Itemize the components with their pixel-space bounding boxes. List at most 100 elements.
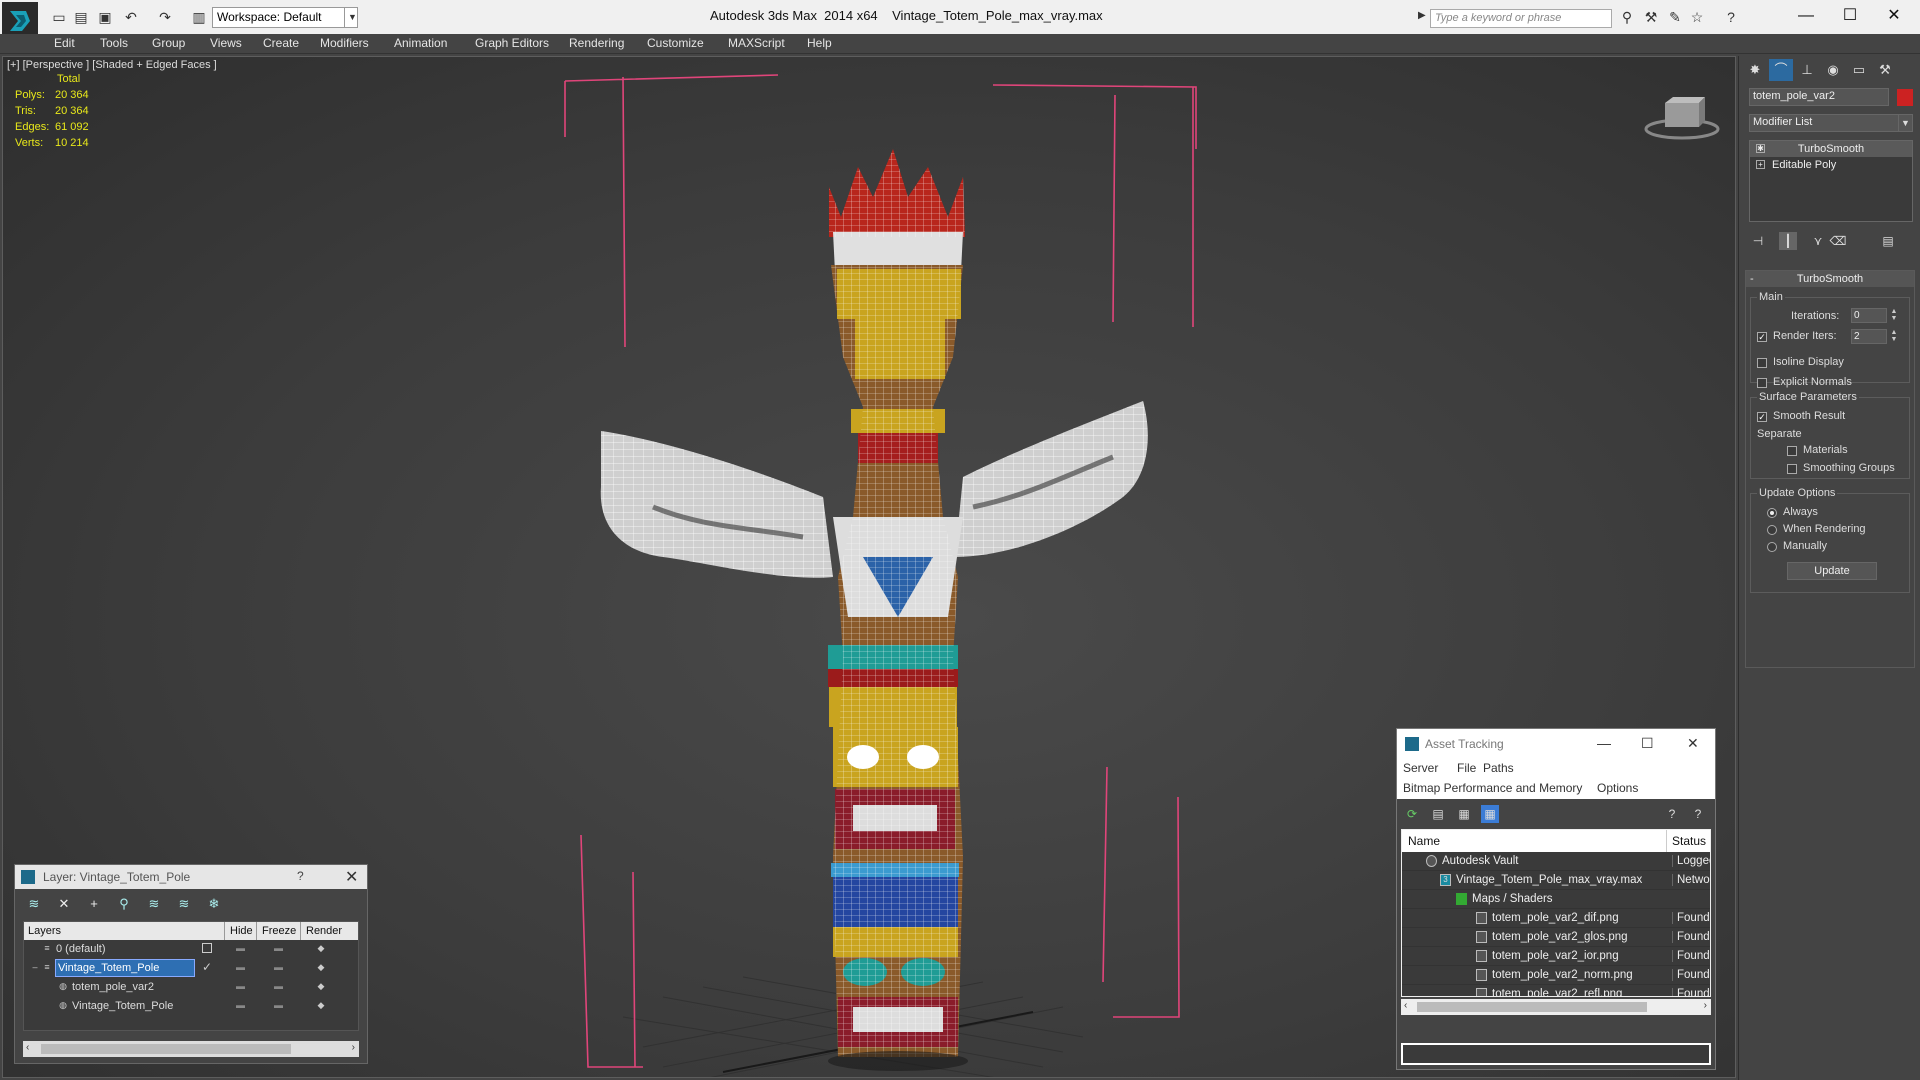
layer-name[interactable]: Vintage_Totem_Pole xyxy=(55,959,195,977)
scrollbar-thumb[interactable] xyxy=(41,1044,291,1054)
layer-row[interactable]: ◍ totem_pole_var2 ▬ ▬ ◆ xyxy=(24,978,358,997)
asset-row[interactable]: Autodesk Vault Logged xyxy=(1402,852,1710,871)
menu-animation[interactable]: Animation xyxy=(394,36,447,50)
render-teapot-icon[interactable]: ◆ xyxy=(316,962,326,972)
scroll-right-icon[interactable]: › xyxy=(352,1042,355,1053)
help-icon[interactable]: ? xyxy=(297,869,304,883)
open-file-icon[interactable]: ▤ xyxy=(72,8,90,26)
pin-stack-icon[interactable]: ⊣ xyxy=(1749,232,1767,250)
smooth-result-checkbox[interactable]: ✓ xyxy=(1757,412,1767,422)
remove-modifier-icon[interactable]: ⌫ xyxy=(1829,232,1847,250)
hide-toggle-icon[interactable]: ▬ xyxy=(236,981,245,991)
layer-dialog-titlebar[interactable]: Layer: Vintage_Totem_Pole ? ✕ xyxy=(15,865,367,889)
favorites-star-icon[interactable]: ☆ xyxy=(1688,8,1706,26)
menu-paths[interactable]: Paths xyxy=(1483,761,1514,775)
delete-layer-icon[interactable]: ✕ xyxy=(55,895,73,913)
asset-row[interactable]: totem_pole_var2_norm.png Found xyxy=(1402,966,1710,985)
chevron-down-icon[interactable]: ▼ xyxy=(1898,115,1912,131)
motion-tab-icon[interactable]: ◉ xyxy=(1821,59,1845,81)
chevron-down-icon[interactable]: ▼ xyxy=(344,7,360,28)
rollout-header[interactable]: - TurboSmooth xyxy=(1746,271,1914,287)
close-button[interactable]: ✕ xyxy=(1872,4,1916,28)
hide-toggle-icon[interactable]: ▬ xyxy=(236,1000,245,1010)
select-objects-icon[interactable]: ⚲ xyxy=(115,895,133,913)
expand-arrow-icon[interactable]: ▶ xyxy=(1418,10,1426,21)
iterations-spinner[interactable]: 0 xyxy=(1851,308,1887,323)
expand-plus-icon[interactable]: + xyxy=(1756,160,1765,169)
menu-server[interactable]: Server xyxy=(1403,761,1438,775)
layer-name[interactable]: totem_pole_var2 xyxy=(72,979,160,995)
binoculars-icon[interactable]: ⚲ xyxy=(1618,8,1636,26)
render-iters-checkbox[interactable]: ✓ xyxy=(1757,332,1767,342)
update-button[interactable]: Update xyxy=(1787,562,1877,580)
freeze-toggle-icon[interactable]: ▬ xyxy=(274,943,283,953)
spinner-arrows-icon[interactable]: ▲ ▼ xyxy=(1889,308,1899,323)
when-rendering-radio[interactable] xyxy=(1767,525,1777,535)
configure-sets-icon[interactable]: ▤ xyxy=(1879,232,1897,250)
materials-checkbox[interactable] xyxy=(1787,446,1797,456)
menu-views[interactable]: Views xyxy=(210,36,242,50)
save-file-icon[interactable]: ▣ xyxy=(96,8,114,26)
search-input[interactable]: Type a keyword or phrase xyxy=(1430,9,1612,28)
lightbulb-icon[interactable]: ✱ xyxy=(1756,144,1765,153)
asset-row[interactable]: Maps / Shaders xyxy=(1402,890,1710,909)
column-header-freeze[interactable]: Freeze xyxy=(262,925,296,937)
show-end-result-icon[interactable]: ┃ xyxy=(1779,232,1797,250)
modify-tab-icon[interactable]: ⌒ xyxy=(1769,59,1793,81)
help-icon[interactable]: ? xyxy=(1722,8,1740,26)
add-to-layer-icon[interactable]: + xyxy=(85,895,103,913)
hierarchy-tab-icon[interactable]: ⊥ xyxy=(1795,59,1819,81)
workspace-selector[interactable]: Workspace: Default xyxy=(212,7,358,28)
column-header-status[interactable]: Status xyxy=(1672,834,1706,848)
freeze-all-icon[interactable]: ❄ xyxy=(205,895,223,913)
help-context-icon[interactable]: ? xyxy=(1689,805,1707,823)
display-tab-icon[interactable]: ▭ xyxy=(1847,59,1871,81)
close-icon[interactable]: ✕ xyxy=(345,867,358,887)
menu-graph-editors[interactable]: Graph Editors xyxy=(475,36,549,50)
layer-name[interactable]: 0 (default) xyxy=(56,941,112,957)
column-header-layers[interactable]: Layers xyxy=(28,925,61,937)
table-view-icon[interactable]: ▦ xyxy=(1455,805,1473,823)
grid-view-icon[interactable]: ▦ xyxy=(1481,805,1499,823)
column-header-render[interactable]: Render xyxy=(306,925,342,937)
hide-toggle-icon[interactable]: ▬ xyxy=(236,962,245,972)
subscription-icon[interactable]: ⚒ xyxy=(1642,8,1660,26)
layer-name[interactable]: Vintage_Totem_Pole xyxy=(72,998,179,1014)
menu-file[interactable]: File xyxy=(1457,761,1476,775)
scroll-right-icon[interactable]: › xyxy=(1704,1000,1707,1011)
menu-group[interactable]: Group xyxy=(152,36,185,50)
spinner-arrows-icon[interactable]: ▲ ▼ xyxy=(1889,329,1899,344)
maximize-button[interactable]: ☐ xyxy=(1828,4,1872,28)
modifier-list-dropdown[interactable]: Modifier List ▼ xyxy=(1749,114,1913,132)
menu-help[interactable]: Help xyxy=(807,36,832,50)
asset-row[interactable]: totem_pole_var2_glos.png Found xyxy=(1402,928,1710,947)
close-button[interactable]: ✕ xyxy=(1687,735,1699,752)
menu-edit[interactable]: Edit xyxy=(54,36,75,50)
render-teapot-icon[interactable]: ◆ xyxy=(316,943,326,953)
current-layer-icon[interactable] xyxy=(202,943,212,953)
render-teapot-icon[interactable]: ◆ xyxy=(316,1000,326,1010)
menu-rendering[interactable]: Rendering xyxy=(569,36,624,50)
scrollbar-thumb[interactable] xyxy=(1417,1002,1647,1012)
menu-bitmap-performance[interactable]: Bitmap Performance and Memory xyxy=(1403,781,1582,795)
utilities-tab-icon[interactable]: ⚒ xyxy=(1873,59,1897,81)
render-teapot-icon[interactable]: ◆ xyxy=(316,981,326,991)
smoothing-groups-checkbox[interactable] xyxy=(1787,464,1797,474)
menu-tools[interactable]: Tools xyxy=(100,36,128,50)
hide-toggle-icon[interactable]: ▬ xyxy=(236,943,245,953)
menu-maxscript[interactable]: MAXScript xyxy=(728,36,785,50)
project-folder-icon[interactable]: ▥ xyxy=(190,8,208,26)
redo-icon[interactable]: ↷ xyxy=(156,8,174,26)
create-tab-icon[interactable]: ✸ xyxy=(1743,59,1767,81)
refresh-icon[interactable]: ⟳ xyxy=(1403,805,1421,823)
scroll-left-icon[interactable]: ‹ xyxy=(1404,1000,1407,1011)
render-iters-spinner[interactable]: 2 xyxy=(1851,329,1887,344)
communication-icon[interactable]: ✎ xyxy=(1666,8,1684,26)
menu-create[interactable]: Create xyxy=(263,36,299,50)
explicit-normals-checkbox[interactable] xyxy=(1757,378,1767,388)
manually-radio[interactable] xyxy=(1767,542,1777,552)
minimize-button[interactable]: — xyxy=(1597,735,1611,751)
freeze-toggle-icon[interactable]: ▬ xyxy=(274,1000,283,1010)
isoline-checkbox[interactable] xyxy=(1757,358,1767,368)
asset-dialog-titlebar[interactable]: Asset Tracking — ☐ ✕ xyxy=(1397,729,1715,759)
